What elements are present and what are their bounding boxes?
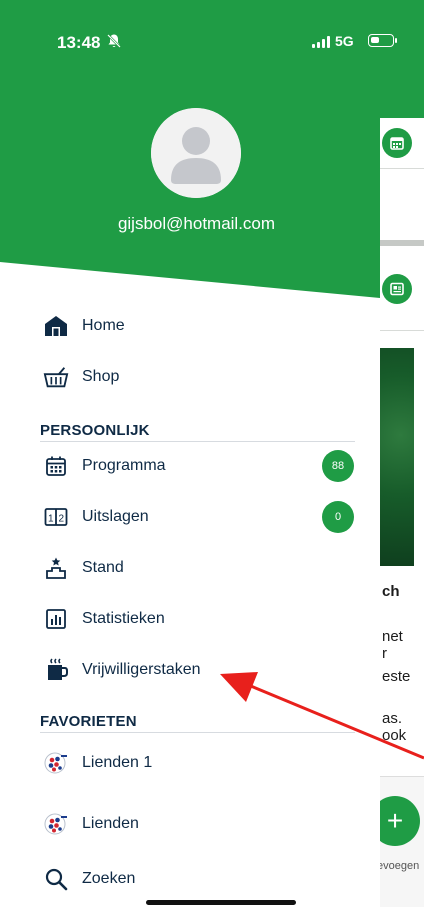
basket-icon: [43, 364, 69, 390]
count-badge: 0: [322, 501, 354, 533]
user-icon: [151, 108, 241, 198]
home-icon: [43, 313, 69, 339]
news-text: ook: [382, 727, 407, 744]
count-badge: 88: [322, 450, 354, 482]
home-indicator: [146, 900, 296, 905]
menu-item-search[interactable]: Zoeken: [0, 857, 380, 901]
club-logo-icon: [43, 750, 69, 776]
news-text: este: [382, 668, 411, 685]
club-logo-icon: [43, 811, 69, 837]
menu-item-shop[interactable]: Shop: [0, 355, 380, 399]
status-time: 13:48: [57, 33, 101, 52]
menu-item-home[interactable]: Home: [0, 304, 380, 348]
news-text: ch: [382, 583, 400, 600]
news-text: net: [382, 628, 403, 645]
menu-label: Lienden: [82, 815, 139, 832]
status-bar: 13:48 5G: [0, 0, 424, 60]
navigation-drawer: gijsbol@hotmail.com Home Shop PERSOONLIJ…: [0, 0, 380, 907]
menu-label: Stand: [82, 559, 124, 576]
menu-item-statistieken[interactable]: Statistieken: [0, 597, 380, 641]
divider: [40, 441, 355, 442]
menu-label: Shop: [82, 368, 120, 385]
menu-item-stand[interactable]: Stand: [0, 546, 380, 590]
network-type: 5G: [335, 33, 354, 49]
scoreboard-icon: 12: [43, 504, 69, 530]
account-email: gijsbol@hotmail.com: [117, 214, 276, 233]
menu-label: Statistieken: [82, 610, 165, 627]
mug-icon: [43, 657, 69, 683]
section-title-personal: PERSOONLIJK: [40, 422, 150, 439]
add-button-label: evoegen: [377, 860, 420, 872]
news-text: r: [382, 645, 387, 662]
menu-label: Zoeken: [82, 870, 136, 887]
divider: [380, 330, 424, 331]
menu-label: Vrijwilligerstaken: [82, 661, 201, 678]
divider: [380, 168, 424, 169]
svg-text:2: 2: [58, 514, 64, 525]
menu-label: Lienden 1: [82, 754, 153, 771]
calendar-icon: [43, 453, 69, 479]
signal-icon: [312, 36, 330, 48]
news-text: as.: [382, 710, 403, 727]
battery-tip: [395, 38, 397, 43]
podium-icon: [43, 555, 69, 581]
newspaper-icon: [382, 274, 412, 304]
search-icon: [43, 866, 69, 892]
bell-off-icon: [107, 34, 121, 48]
menu-label: Home: [82, 317, 125, 334]
svg-text:1: 1: [48, 514, 54, 525]
calendar-icon: [382, 128, 412, 158]
menu-item-programma[interactable]: Programma 88: [0, 444, 380, 488]
menu-item-lienden[interactable]: Lienden: [0, 802, 380, 846]
section-title-favorites: FAVORIETEN: [40, 713, 137, 730]
divider: [40, 732, 355, 733]
menu-label: Programma: [82, 457, 166, 474]
menu-item-uitslagen[interactable]: 12 Uitslagen 0: [0, 495, 380, 539]
menu-item-lienden-1[interactable]: Lienden 1: [0, 741, 380, 785]
bar-chart-icon: [43, 606, 69, 632]
menu-label: Uitslagen: [82, 508, 149, 525]
menu-item-vrijwilligerstaken[interactable]: Vrijwilligerstaken: [0, 648, 380, 692]
avatar[interactable]: [151, 108, 241, 198]
news-photo: [380, 348, 414, 566]
battery-icon: [368, 34, 394, 47]
